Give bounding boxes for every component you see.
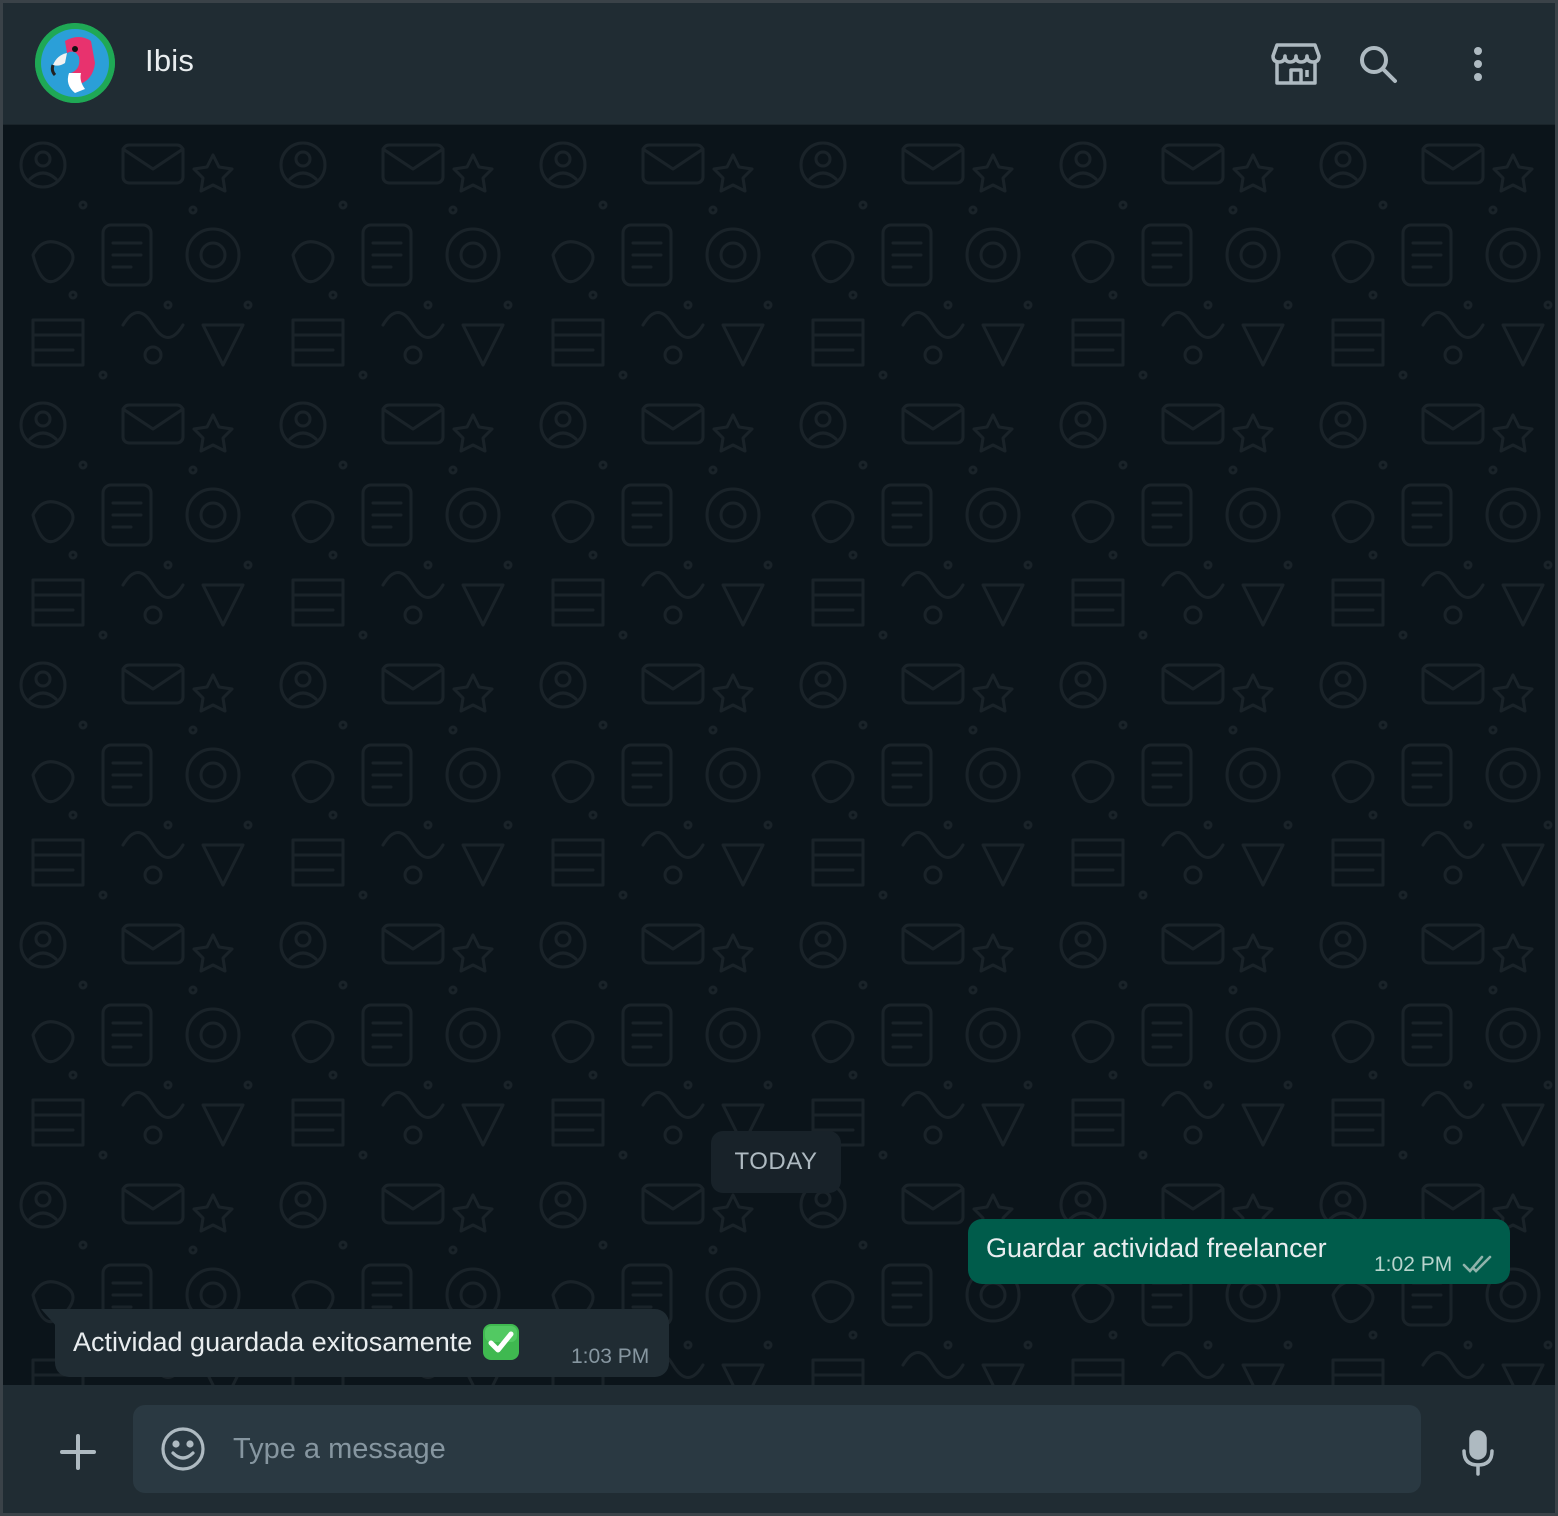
message-time: 1:02 PM: [1374, 1253, 1453, 1276]
date-divider: TODAY: [711, 1131, 841, 1193]
message-input[interactable]: [233, 1405, 1393, 1493]
bubble-tail: [41, 1309, 57, 1327]
message-input-box[interactable]: [133, 1405, 1421, 1493]
double-tick-icon: [1462, 1251, 1496, 1282]
chat-header: Ibis: [3, 3, 1555, 125]
message-time: 1:03 PM: [571, 1345, 650, 1368]
search-icon[interactable]: [1351, 37, 1405, 91]
incoming-message[interactable]: Actividad guardada exitosamente 1:03 PM: [41, 1309, 669, 1377]
message-text: Actividad guardada exitosamente: [73, 1326, 473, 1357]
menu-dots-icon[interactable]: [1451, 37, 1505, 91]
message-area[interactable]: TODAY Guardar actividad freelancer 1:02 …: [3, 125, 1555, 1385]
message-body: Actividad guardada exitosamente: [73, 1323, 520, 1361]
message-text: Guardar actividad freelancer: [986, 1233, 1327, 1263]
doodle-wallpaper: [3, 125, 1555, 1385]
chat-window: Ibis TODAY Guardar actividad freelancer …: [0, 0, 1558, 1516]
composer-bar: [3, 1385, 1555, 1513]
catalog-store-icon[interactable]: [1269, 37, 1323, 91]
emoji-icon[interactable]: [159, 1425, 207, 1473]
microphone-icon[interactable]: [1451, 1423, 1505, 1483]
contact-avatar[interactable]: [35, 23, 115, 103]
contact-name[interactable]: Ibis: [145, 43, 194, 79]
attach-plus-icon[interactable]: [51, 1425, 105, 1479]
outgoing-message[interactable]: Guardar actividad freelancer 1:02 PM: [968, 1219, 1510, 1284]
check-mark-button-icon: [482, 1323, 520, 1361]
